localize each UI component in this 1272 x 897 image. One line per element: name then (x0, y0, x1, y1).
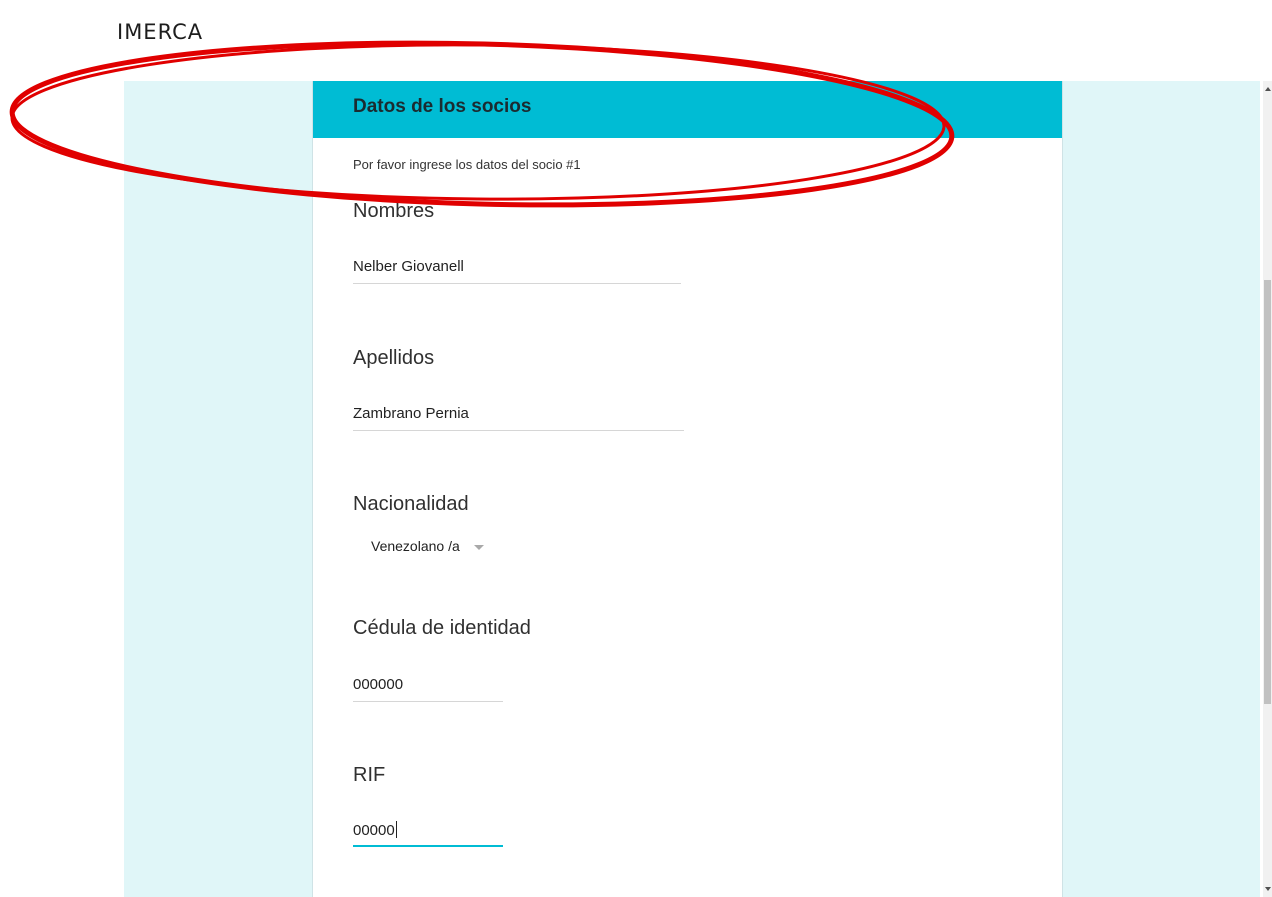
apellidos-underline (353, 430, 684, 431)
scroll-down-icon[interactable] (1265, 887, 1271, 891)
nacionalidad-label: Nacionalidad (353, 493, 469, 515)
rif-input[interactable]: 00000 (353, 821, 397, 839)
card-title: Datos de los socios (353, 96, 532, 117)
brand-logo: IMERCA (117, 20, 204, 44)
apellidos-label: Apellidos (353, 347, 435, 369)
rif-label: RIF (353, 764, 386, 786)
vertical-scrollbar[interactable] (1263, 81, 1272, 897)
form-card: Datos de los socios Por favor ingrese lo… (312, 81, 1063, 897)
cedula-underline (353, 701, 503, 702)
cedula-label: Cédula de identidad (353, 617, 531, 639)
text-caret (395, 821, 397, 838)
card-subtitle: Por favor ingrese los datos del socio #1 (353, 157, 581, 172)
scroll-up-icon[interactable] (1265, 87, 1271, 91)
scrollbar-thumb[interactable] (1264, 280, 1271, 704)
nombres-input[interactable]: Nelber Giovanell (353, 258, 464, 275)
rif-input-text: 00000 (353, 822, 395, 839)
nacionalidad-select[interactable]: Venezolano /a (371, 538, 484, 554)
nacionalidad-value: Venezolano /a (371, 538, 460, 554)
card-header: Datos de los socios (313, 81, 1062, 138)
page: IMERCA Datos de los socios Por favor ing… (0, 0, 1272, 897)
cedula-input[interactable]: 000000 (353, 676, 403, 693)
nombres-label: Nombres (353, 200, 435, 222)
nombres-underline (353, 283, 681, 284)
apellidos-input[interactable]: Zambrano Pernia (353, 405, 469, 422)
chevron-down-icon (473, 544, 484, 550)
rif-underline-active (353, 845, 503, 847)
